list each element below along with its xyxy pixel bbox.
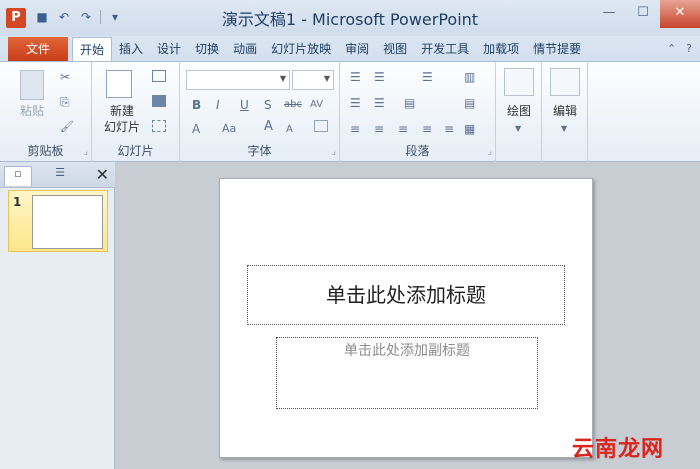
editing-group: 编辑 ▼ bbox=[542, 62, 588, 162]
help-icon[interactable]: ? bbox=[686, 42, 692, 55]
tab-2[interactable]: 设计 bbox=[150, 37, 188, 61]
font-size-combo[interactable]: ▼ bbox=[292, 70, 334, 90]
outline-tab-icon[interactable]: ☰ bbox=[46, 166, 74, 186]
align-left-icon[interactable]: ≡ bbox=[350, 122, 360, 136]
layout-icon[interactable] bbox=[152, 70, 166, 82]
align-text-icon[interactable]: ▤ bbox=[464, 96, 475, 110]
strikethrough-icon[interactable]: abc bbox=[284, 98, 302, 112]
close-pane-icon[interactable]: ✕ bbox=[96, 165, 109, 184]
slides-tab-icon[interactable]: ▫ bbox=[4, 166, 32, 186]
drawing-button-label[interactable]: 绘图 bbox=[498, 104, 540, 119]
justify-icon[interactable]: ≡ bbox=[422, 122, 432, 136]
clipboard-group-label: 剪贴板 bbox=[27, 144, 64, 158]
ribbon-right-controls: ⌃ ? bbox=[667, 42, 692, 55]
close-button[interactable]: ✕ bbox=[660, 0, 700, 28]
watermark-text: 云南龙网 bbox=[571, 437, 664, 462]
tab-7[interactable]: 视图 bbox=[376, 37, 414, 61]
shadow-icon[interactable]: S bbox=[264, 98, 272, 112]
tab-8[interactable]: 开发工具 bbox=[414, 37, 476, 61]
tab-9[interactable]: 加载项 bbox=[476, 37, 526, 61]
clipboard-group: 粘贴 ✂ ⎘ 🖌 剪贴板 ⌟ bbox=[0, 62, 92, 162]
ribbon-tabs: 开始 插入 设计 切换 动画 幻灯片放映 审阅 视图 开发工具 加载项 情节提要 bbox=[72, 37, 588, 62]
maximize-button[interactable]: ☐ bbox=[626, 0, 660, 28]
cut-icon[interactable]: ✂ bbox=[60, 70, 70, 84]
grow-font-icon[interactable]: A bbox=[264, 120, 273, 134]
slides-group-label: 幻灯片 bbox=[117, 144, 154, 158]
slide-canvas[interactable]: 单击此处添加标题 单击此处添加副标题 bbox=[219, 178, 593, 458]
editing-button-label[interactable]: 编辑 bbox=[544, 104, 586, 119]
reset-icon[interactable] bbox=[152, 95, 166, 107]
numbering-icon[interactable]: ☰ bbox=[374, 70, 385, 84]
copy-icon[interactable]: ⎘ bbox=[60, 95, 70, 109]
title-bar: P ■ ↶ ↷ ▾ 演示文稿1 - Microsoft PowerPoint —… bbox=[0, 0, 700, 36]
shapes-icon[interactable] bbox=[504, 68, 534, 96]
subtitle-placeholder[interactable]: 单击此处添加副标题 bbox=[276, 337, 538, 409]
clear-formatting-icon[interactable] bbox=[314, 120, 328, 132]
ribbon: 粘贴 ✂ ⎘ 🖌 剪贴板 ⌟ 新建 幻灯片 幻灯片 ▼ ▼ B I U S ab… bbox=[0, 61, 700, 162]
slide-thumbnail-number: 1 bbox=[13, 195, 22, 209]
paste-button-label[interactable]: 粘贴 bbox=[16, 104, 48, 119]
underline-icon[interactable]: U bbox=[240, 98, 249, 112]
text-direction-icon[interactable]: ▤ bbox=[404, 96, 415, 110]
font-group-label: 字体 bbox=[247, 144, 272, 158]
slide-thumbnail[interactable] bbox=[32, 195, 103, 249]
tab-4[interactable]: 动画 bbox=[226, 37, 264, 61]
paste-icon[interactable] bbox=[20, 70, 44, 100]
align-center-icon[interactable]: ≡ bbox=[374, 122, 384, 136]
columns-icon[interactable]: ▥ bbox=[464, 70, 475, 84]
editing-dropdown-icon[interactable]: ▼ bbox=[561, 122, 567, 136]
distributed-icon[interactable]: ≡ bbox=[444, 122, 454, 136]
paragraph-group-label: 段落 bbox=[405, 144, 430, 158]
minimize-button[interactable]: — bbox=[592, 0, 626, 28]
bold-icon[interactable]: B bbox=[192, 98, 201, 112]
new-slide-icon[interactable] bbox=[106, 70, 132, 98]
drawing-dropdown-icon[interactable]: ▼ bbox=[515, 122, 521, 136]
clipboard-launcher-icon[interactable]: ⌟ bbox=[84, 147, 88, 157]
font-name-combo[interactable]: ▼ bbox=[186, 70, 290, 90]
tab-5[interactable]: 幻灯片放映 bbox=[264, 37, 338, 61]
font-color-icon[interactable]: A bbox=[192, 122, 200, 136]
line-spacing-icon[interactable]: ☰ bbox=[422, 70, 433, 84]
paragraph-group: ☰ ☰ ☰ ▥ ☰ ☰ ▤ ▤ ≡ ≡ ≡ ≡ ≡ ▦ 段落 ⌟ bbox=[340, 62, 496, 162]
char-spacing-icon[interactable]: AV bbox=[310, 98, 323, 112]
italic-icon[interactable]: I bbox=[216, 98, 220, 112]
tab-1[interactable]: 插入 bbox=[112, 37, 150, 61]
decrease-indent-icon[interactable]: ☰ bbox=[350, 96, 361, 110]
paragraph-launcher-icon[interactable]: ⌟ bbox=[488, 147, 492, 157]
pane-tabs: ▫ ☰ ✕ bbox=[0, 162, 115, 188]
section-icon[interactable] bbox=[152, 120, 166, 132]
tab-6[interactable]: 审阅 bbox=[338, 37, 376, 61]
ribbon-tab-row: 文件 开始 插入 设计 切换 动画 幻灯片放映 审阅 视图 开发工具 加载项 情节提要 ⌃ ? bbox=[0, 36, 700, 62]
collapse-ribbon-icon[interactable]: ⌃ bbox=[667, 42, 676, 55]
slide-thumbnail-item[interactable]: 1 bbox=[8, 190, 108, 252]
slide-editing-area: 单击此处添加标题 单击此处添加副标题 bbox=[116, 162, 700, 469]
align-right-icon[interactable]: ≡ bbox=[398, 122, 408, 136]
title-placeholder[interactable]: 单击此处添加标题 bbox=[247, 265, 565, 325]
find-binoculars-icon[interactable] bbox=[550, 68, 580, 96]
font-launcher-icon[interactable]: ⌟ bbox=[332, 147, 336, 157]
bullets-icon[interactable]: ☰ bbox=[350, 70, 361, 84]
format-painter-icon[interactable]: 🖌 bbox=[60, 120, 74, 134]
new-slide-button-line1[interactable]: 新建 bbox=[98, 104, 146, 119]
change-case-icon[interactable]: Aa bbox=[222, 122, 236, 136]
new-slide-button-line2[interactable]: 幻灯片 bbox=[96, 120, 148, 135]
tab-10[interactable]: 情节提要 bbox=[526, 37, 588, 61]
shrink-font-icon[interactable]: A bbox=[286, 123, 293, 137]
tab-3[interactable]: 切换 bbox=[188, 37, 226, 61]
smartart-icon[interactable]: ▦ bbox=[464, 122, 475, 136]
tab-0[interactable]: 开始 bbox=[72, 37, 113, 62]
tab-file[interactable]: 文件 bbox=[8, 37, 68, 61]
window-controls: — ☐ ✕ bbox=[592, 0, 700, 28]
slides-group: 新建 幻灯片 幻灯片 bbox=[92, 62, 180, 162]
slide-thumbnail-pane: ▫ ☰ ✕ 1 bbox=[0, 162, 115, 469]
font-group: ▼ ▼ B I U S abc AV A Aa A A 字体 ⌟ bbox=[180, 62, 340, 162]
drawing-group: 绘图 ▼ bbox=[496, 62, 542, 162]
increase-indent-icon[interactable]: ☰ bbox=[374, 96, 385, 110]
